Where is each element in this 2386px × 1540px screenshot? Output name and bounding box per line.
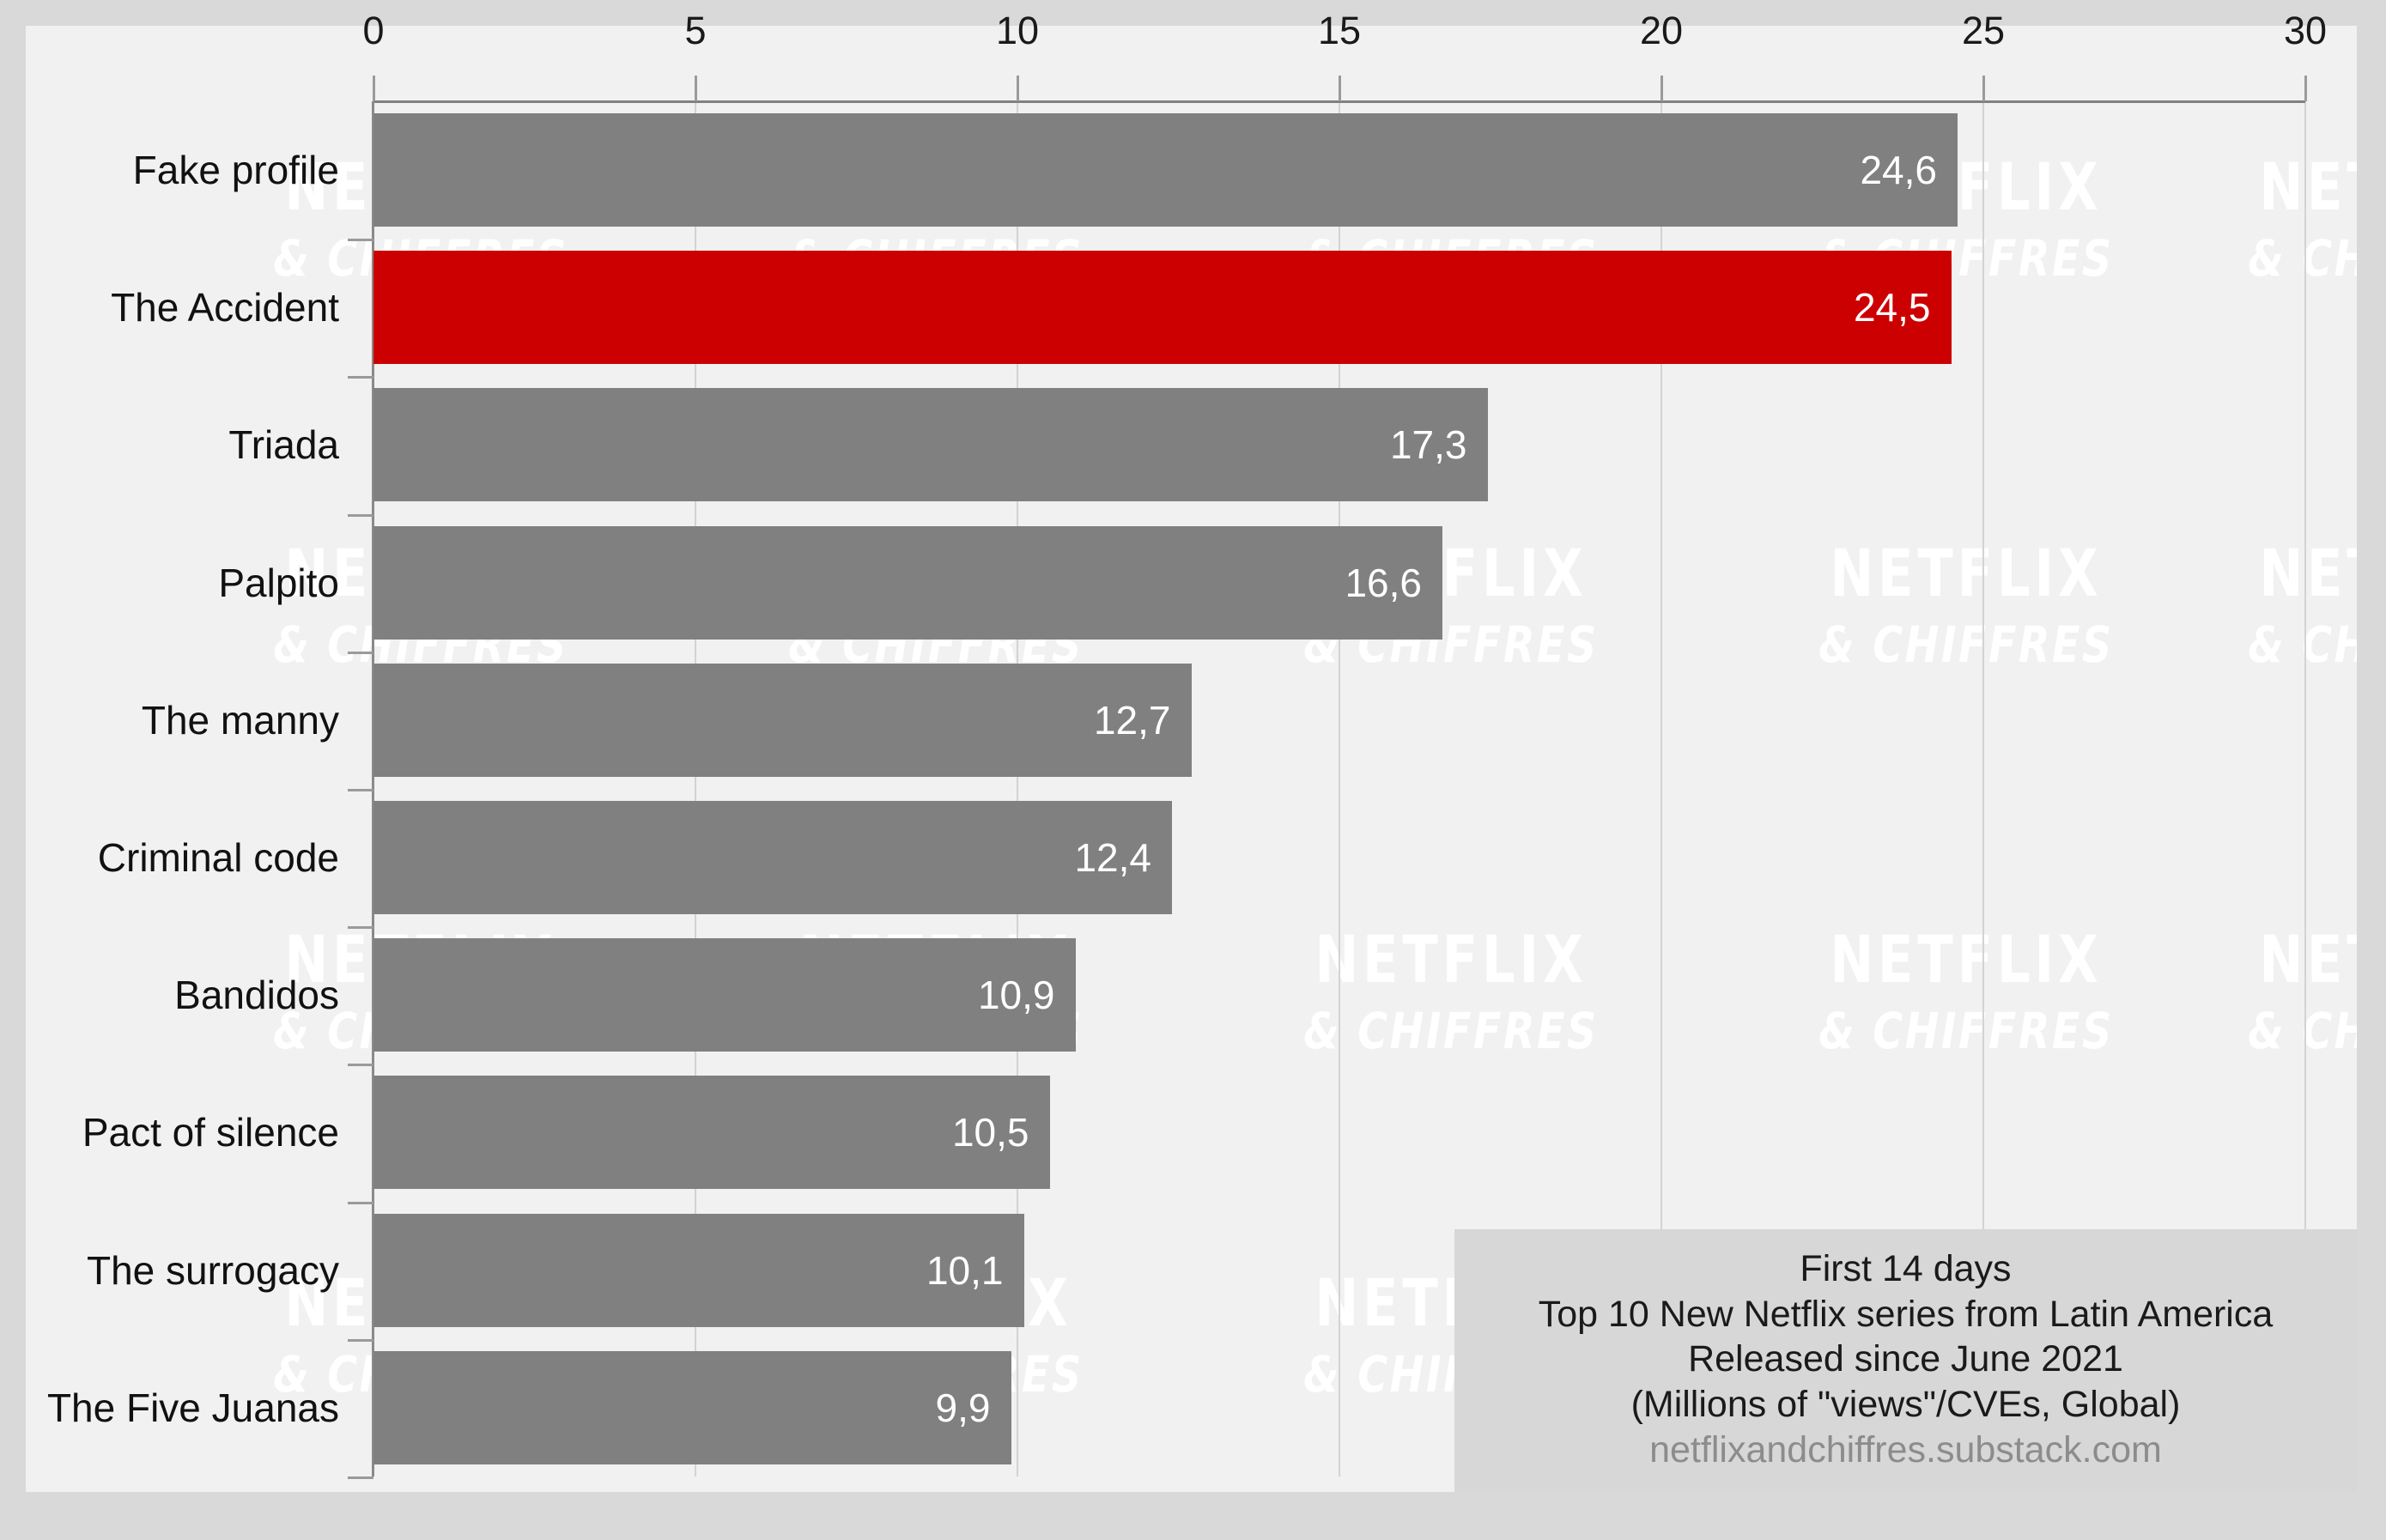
bar: 10,9 (373, 938, 1076, 1052)
y-tick (348, 651, 373, 654)
caption-line-1: First 14 days (1800, 1248, 2012, 1290)
bar-value-label: 10,1 (926, 1247, 1004, 1293)
chart-root: NETFLIX & CHIFFRES NETFLIX & CHIFFRES NE… (0, 0, 2386, 1540)
caption-source-url: netflixandchiffres.substack.com (1649, 1428, 2162, 1470)
y-tick (348, 239, 373, 242)
caption-line-3: Released since June 2021 (1688, 1338, 2123, 1380)
x-tick-5 (695, 76, 697, 101)
bar-value-label: 17,3 (1389, 422, 1467, 468)
category-label: The manny (141, 697, 339, 743)
x-tick-label-30: 30 (2283, 9, 2328, 52)
category-label: Fake profile (132, 148, 339, 192)
bar: 10,1 (373, 1213, 1024, 1327)
category-label: The Accident (111, 285, 339, 330)
bar-value-label: 10,5 (951, 1110, 1029, 1155)
caption-line-4: (Millions of "views"/CVEs, Global) (1630, 1383, 2181, 1425)
bar-value-label: 16,6 (1345, 560, 1422, 605)
bar-row: Fake profile 24,6 (0, 101, 2331, 239)
x-tick-label-20: 20 (1639, 9, 1684, 52)
y-tick (348, 926, 373, 930)
bar-row: The Accident 24,5 (0, 239, 2331, 376)
bar-row: The manny 12,7 (0, 652, 2331, 789)
x-tick-30 (2304, 76, 2307, 101)
bar: 24,5 (373, 251, 1952, 365)
bar-value-label: 12,4 (1074, 835, 1151, 880)
bar: 17,3 (373, 388, 1488, 502)
category-label: The Five Juanas (46, 1385, 339, 1430)
category-label: Criminal code (97, 835, 339, 880)
bar-value-label: 24,5 (1853, 285, 1931, 330)
y-tick (348, 513, 373, 517)
category-label: Pact of silence (82, 1110, 339, 1155)
x-tick-label-0: 0 (362, 9, 385, 52)
bar-value-label: 9,9 (935, 1385, 991, 1430)
bar-row: Criminal code 12,4 (0, 789, 2331, 926)
caption-box: First 14 days Top 10 New Netflix series … (1454, 1229, 2357, 1492)
x-tick-label-10: 10 (995, 9, 1040, 52)
bar-value-label: 24,6 (1860, 148, 1937, 192)
x-tick-20 (1660, 76, 1663, 101)
x-tick-10 (1017, 76, 1019, 101)
y-tick (348, 1338, 373, 1342)
bar: 24,6 (373, 113, 1958, 227)
y-tick (348, 789, 373, 791)
category-label: Triada (228, 422, 339, 468)
bar-value-label: 12,7 (1093, 697, 1171, 743)
y-tick (348, 1476, 373, 1479)
x-tick-label-25: 25 (1961, 9, 2006, 52)
category-label: Palpito (218, 560, 339, 605)
bar-row: Palpito 16,6 (0, 514, 2331, 652)
bar-value-label: 10,9 (977, 973, 1055, 1018)
bar: 16,6 (373, 525, 1442, 640)
y-tick (348, 1201, 373, 1204)
bar-row: Pact of silence 10,5 (0, 1064, 2331, 1201)
bar: 10,5 (373, 1076, 1050, 1190)
y-tick (348, 376, 373, 379)
x-tick-0 (373, 76, 375, 101)
bar: 12,4 (373, 801, 1172, 914)
x-tick-label-5: 5 (684, 9, 707, 52)
bar: 9,9 (373, 1350, 1011, 1464)
x-tick-25 (1982, 76, 1985, 101)
y-tick (348, 1064, 373, 1067)
caption-line-2: Top 10 New Netflix series from Latin Ame… (1538, 1293, 2274, 1335)
bar-row: Bandidos 10,9 (0, 926, 2331, 1064)
x-tick-label-15: 15 (1317, 9, 1362, 52)
bar: 12,7 (373, 663, 1192, 777)
category-label: The surrogacy (86, 1247, 339, 1293)
category-label: Bandidos (174, 973, 339, 1018)
bar-row: Triada 17,3 (0, 376, 2331, 513)
x-tick-15 (1339, 76, 1341, 101)
